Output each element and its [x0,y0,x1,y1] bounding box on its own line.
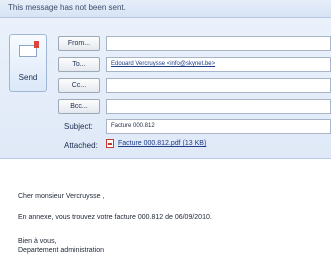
subject-field[interactable]: Facture 000.812 [106,119,331,134]
to-field[interactable]: Edouard Vercruysse <info@skynet.be> [106,57,331,72]
attachment-item[interactable]: Facture 000.812.pdf (13 KB) [106,139,206,153]
attached-label: Attached: [64,141,98,150]
bcc-field[interactable] [106,99,331,114]
send-button[interactable]: Send [9,34,47,92]
cc-button[interactable]: Cc... [58,78,100,93]
to-button[interactable]: To... [58,57,100,72]
body-closing-1: Bien à vous, [18,238,57,245]
bcc-button[interactable]: Bcc... [58,99,100,114]
body-greeting: Cher monsieur Vercruysse , [18,193,105,200]
body-closing-2: Departement administration [18,247,104,254]
message-body[interactable]: Cher monsieur Vercruysse , En annexe, vo… [0,158,331,276]
send-flag-icon [34,41,39,48]
from-button[interactable]: From... [58,36,100,51]
from-field[interactable] [106,36,331,51]
pdf-file-icon [106,139,114,148]
subject-label: Subject: [64,122,93,131]
attachment-link[interactable]: Facture 000.812.pdf (13 KB) [118,140,206,147]
unsent-notice-text: This message has not been sent. [8,3,126,12]
send-button-label: Send [18,73,38,82]
cc-field[interactable] [106,78,331,93]
body-text: En annexe, vous trouvez votre facture 00… [18,214,212,221]
unsent-notice-bar: This message has not been sent. [0,0,331,18]
